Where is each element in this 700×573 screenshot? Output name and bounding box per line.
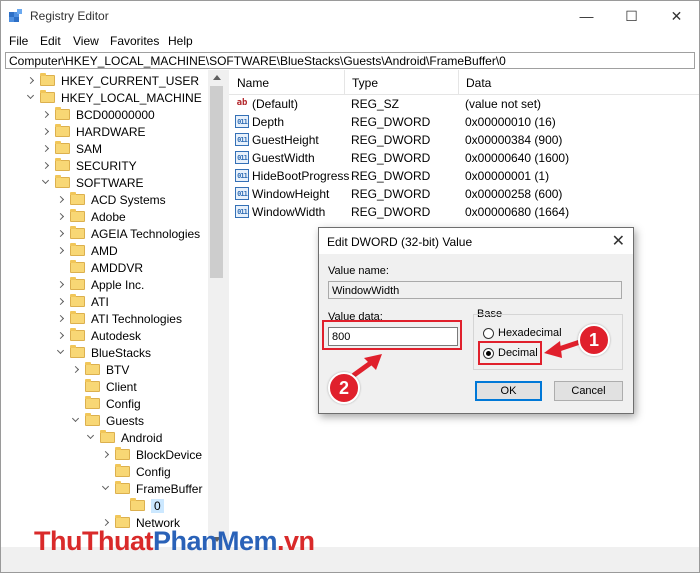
annotation-arrows (351, 339, 583, 378)
watermark-part3: .vn (277, 526, 315, 556)
step-2-badge: 2 (328, 372, 360, 404)
arrow-2-icon (351, 354, 382, 378)
watermark-part1: ThuThuat (34, 526, 153, 556)
step-1-badge: 1 (578, 324, 610, 356)
watermark-part2: PhanMem (152, 526, 278, 556)
arrow-1-icon (544, 339, 583, 358)
watermark-logo: ThuThuatPhanMem.vn (34, 526, 315, 557)
